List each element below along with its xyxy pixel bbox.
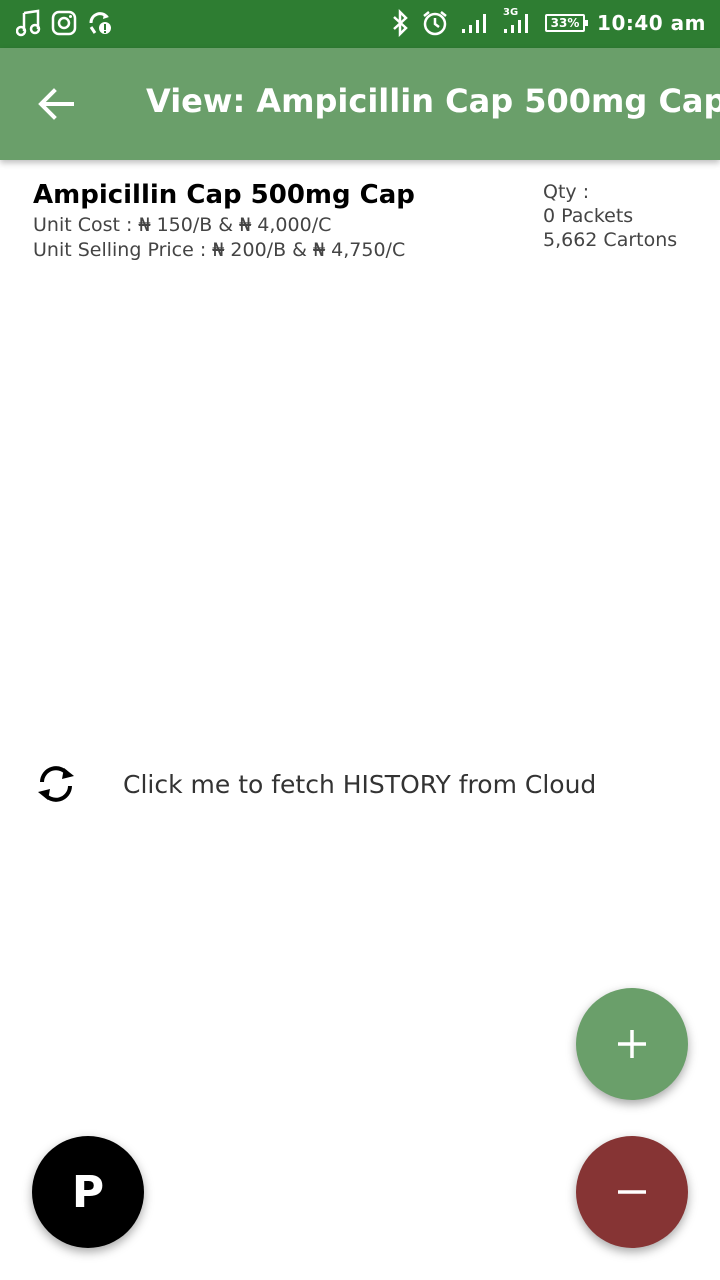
unit-cost-box-value: 150/B & [150,214,240,236]
app-bar: View: Ampicillin Cap 500mg Cap [0,48,720,160]
fetch-history-label: Click me to fetch HISTORY from Cloud [123,769,597,799]
currency-symbol: ₦ [239,214,252,236]
signal-3g-icon: 3G [503,7,533,35]
unit-cost-carton-value: 4,000/C [251,214,332,236]
notification-icons [16,9,114,37]
unit-cost-line: Unit Cost : ₦ 150/B & ₦ 4,000/C [33,214,331,236]
network-type-label: 3G [503,7,519,18]
refresh-icon [38,766,74,802]
selling-price-line: Unit Selling Price : ₦ 200/B & ₦ 4,750/C [33,239,405,261]
selling-price-carton-value: 4,750/C [325,239,406,261]
quantity-packets: 0 Packets [543,205,634,227]
arrow-left-icon [38,88,74,120]
remove-stock-button[interactable] [576,1136,688,1248]
currency-symbol: ₦ [313,239,326,261]
system-icons: 3G 33% 10:40 am [391,7,706,37]
selling-price-box-value: 200/B & [224,239,314,261]
add-stock-button[interactable] [576,988,688,1100]
battery-indicator: 33% [545,14,589,32]
signal-icon [461,11,491,35]
selling-price-label: Unit Selling Price : [33,239,213,261]
bluetooth-icon [391,9,409,37]
currency-symbol: ₦ [138,214,151,236]
p-button[interactable]: P [32,1136,144,1248]
minus-icon [618,1190,646,1194]
quantity-label: Qty : [543,181,590,203]
fetch-history-button[interactable]: Click me to fetch HISTORY from Cloud [34,762,596,806]
status-bar: 3G 33% 10:40 am [0,0,720,48]
currency-symbol: ₦ [212,239,225,261]
music-icon [16,9,42,37]
page-title: View: Ampicillin Cap 500mg Cap [146,82,720,120]
quantity-cartons: 5,662 Cartons [543,229,678,251]
alarm-icon [421,9,449,37]
clock: 10:40 am [597,11,706,35]
plus-icon [618,1030,646,1058]
unit-cost-label: Unit Cost : [33,214,139,236]
quantity-block: Qty : 0 Packets 5,662 Cartons [543,180,677,252]
sync-icon [86,9,114,37]
back-button[interactable] [36,86,76,122]
instagram-icon [50,9,78,37]
product-name: Ampicillin Cap 500mg Cap [33,180,415,210]
